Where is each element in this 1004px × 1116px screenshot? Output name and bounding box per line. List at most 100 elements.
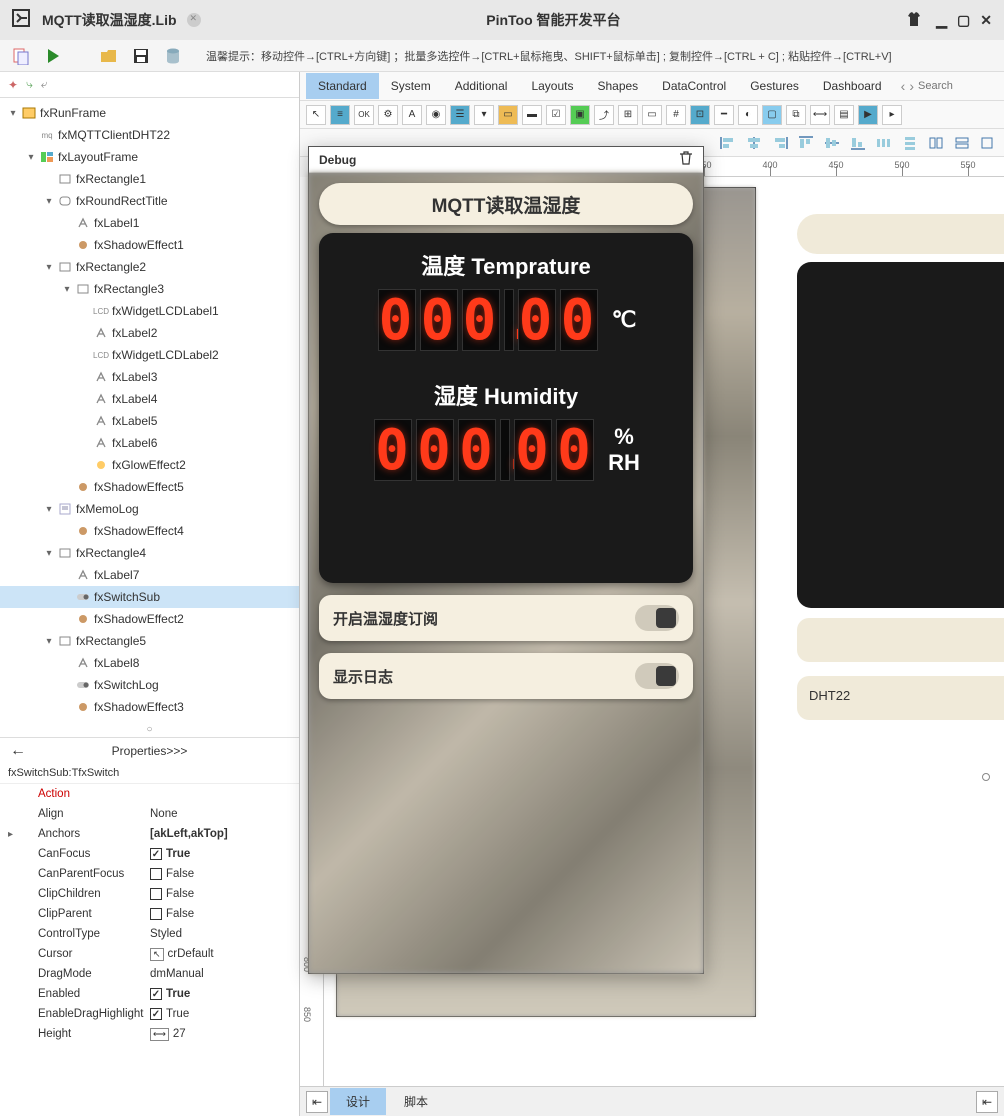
list-comp-icon[interactable]: ☰ [450, 105, 470, 125]
maximize-button[interactable]: ▢ [957, 12, 970, 29]
prop-Align[interactable]: AlignNone [0, 804, 299, 824]
gear-comp-icon[interactable]: ⚙ [378, 105, 398, 125]
collapse-right-icon[interactable]: ⇤ [976, 1091, 998, 1113]
align-left-icon[interactable] [718, 134, 738, 152]
chart-comp-icon[interactable]: ⤴ [594, 105, 614, 125]
tree-node-fxRectangle5[interactable]: ▾fxRectangle5 [0, 630, 299, 652]
tab-comp-icon[interactable]: ▤ [834, 105, 854, 125]
same-width-icon[interactable] [926, 134, 946, 152]
prop-DragMode[interactable]: DragModedmManual [0, 964, 299, 984]
palette-tab-gestures[interactable]: Gestures [738, 73, 811, 99]
align-right-icon[interactable] [770, 134, 790, 152]
tree-node-fxLabel7[interactable]: fxLabel7 [0, 564, 299, 586]
slider-comp-icon[interactable]: ⟷ [810, 105, 830, 125]
palette-tab-additional[interactable]: Additional [443, 73, 520, 99]
tree-node-fxRunFrame[interactable]: ▾fxRunFrame [0, 102, 299, 124]
tree-node-fxShadowEffect4[interactable]: fxShadowEffect4 [0, 520, 299, 542]
prop-Enabled[interactable]: Enabled✓ True [0, 984, 299, 1004]
palette-tab-layouts[interactable]: Layouts [519, 73, 585, 99]
num-comp-icon[interactable]: # [666, 105, 686, 125]
tree-node-fxShadowEffect2[interactable]: fxShadowEffect2 [0, 608, 299, 630]
palette-tab-datacontrol[interactable]: DataControl [650, 73, 738, 99]
palette-search[interactable] [918, 80, 998, 92]
dist-v-icon[interactable] [900, 134, 920, 152]
radio-comp-icon[interactable]: ◉ [426, 105, 446, 125]
tree-node-fxShadowEffect1[interactable]: fxShadowEffect1 [0, 234, 299, 256]
palette-tabs[interactable]: StandardSystemAdditionalLayoutsShapesDat… [300, 72, 1004, 101]
progress-comp-icon[interactable]: ━ [714, 105, 734, 125]
dist-h-icon[interactable] [874, 134, 894, 152]
run-icon[interactable] [44, 47, 62, 65]
palette-tab-dashboard[interactable]: Dashboard [811, 73, 894, 99]
tab-script[interactable]: 脚本 [388, 1088, 444, 1115]
ok-comp-icon[interactable]: OK [354, 105, 374, 125]
prop-Height[interactable]: Height⟷ 27 [0, 1024, 299, 1044]
tree-node-fxLabel3[interactable]: fxLabel3 [0, 366, 299, 388]
tree-node-fxShadowEffect5[interactable]: fxShadowEffect5 [0, 476, 299, 498]
prop-Action[interactable]: Action [0, 784, 299, 804]
align-middle-icon[interactable] [822, 134, 842, 152]
combo-comp-icon[interactable]: ▾ [474, 105, 494, 125]
tree-node-fxLabel4[interactable]: fxLabel4 [0, 388, 299, 410]
db-icon[interactable] [164, 47, 182, 65]
prop-ClipParent[interactable]: ClipParent False [0, 904, 299, 924]
label-comp-icon[interactable]: A [402, 105, 422, 125]
property-grid[interactable]: ActionAlignNone▸Anchors[akLeft,akTop]Can… [0, 784, 299, 1116]
check-comp-icon[interactable]: ☑ [546, 105, 566, 125]
prop-Cursor[interactable]: Cursor↖ crDefault [0, 944, 299, 964]
shirt-icon[interactable] [906, 11, 922, 30]
palette-next-icon[interactable]: › [909, 78, 914, 94]
tree-node-fxLabel8[interactable]: fxLabel8 [0, 652, 299, 674]
tree-node-fxRoundRectTitle[interactable]: ▾fxRoundRectTitle [0, 190, 299, 212]
align-center-h-icon[interactable] [744, 134, 764, 152]
new-icon[interactable] [12, 47, 30, 65]
tab-design[interactable]: 设计 [330, 1088, 386, 1115]
table-comp-icon[interactable]: ⊡ [690, 105, 710, 125]
palette-tab-system[interactable]: System [379, 73, 443, 99]
tree-node-fxWidgetLCDLabel2[interactable]: LCDfxWidgetLCDLabel2 [0, 344, 299, 366]
prop-ControlType[interactable]: ControlTypeStyled [0, 924, 299, 944]
prop-Anchors[interactable]: ▸Anchors[akLeft,akTop] [0, 824, 299, 844]
tree-tool-3[interactable]: ⤶ [41, 77, 48, 92]
more-comp-icon[interactable]: ▸ [882, 105, 902, 125]
tree-node-fxLabel6[interactable]: fxLabel6 [0, 432, 299, 454]
copy-comp-icon[interactable]: ⧉ [786, 105, 806, 125]
open-icon[interactable] [100, 47, 118, 65]
tree-node-fxMemoLog[interactable]: ▾fxMemoLog [0, 498, 299, 520]
align-top-icon[interactable] [796, 134, 816, 152]
switch-subscribe[interactable] [635, 605, 679, 631]
trash-icon[interactable] [679, 151, 693, 168]
same-size-icon[interactable] [978, 134, 998, 152]
prop-CanFocus[interactable]: CanFocus✓ True [0, 844, 299, 864]
memo-comp-icon[interactable]: ▬ [522, 105, 542, 125]
tree-tool-2[interactable]: ⤷ [26, 77, 33, 92]
tree-tool-1[interactable]: ✦ [8, 78, 18, 92]
cursor-tool-icon[interactable]: ↖ [306, 105, 326, 125]
image-comp-icon[interactable]: ▣ [570, 105, 590, 125]
tree-node-fxLayoutFrame[interactable]: ▾fxLayoutFrame [0, 146, 299, 168]
panel-comp-icon[interactable]: ▭ [498, 105, 518, 125]
switch-log[interactable] [635, 663, 679, 689]
tree-node-fxLabel5[interactable]: fxLabel5 [0, 410, 299, 432]
prop-ClipChildren[interactable]: ClipChildren False [0, 884, 299, 904]
tree-node-fxLabel1[interactable]: fxLabel1 [0, 212, 299, 234]
back-arrow-icon[interactable]: ← [10, 742, 26, 760]
tab-close-icon[interactable] [187, 13, 201, 27]
save-icon[interactable] [132, 47, 150, 65]
align-bottom-icon[interactable] [848, 134, 868, 152]
tree-node-fxShadowEffect3[interactable]: fxShadowEffect3 [0, 696, 299, 718]
toggle-comp-icon[interactable]: ◐ [738, 105, 758, 125]
tree-node-fxRectangle1[interactable]: fxRectangle1 [0, 168, 299, 190]
close-button[interactable]: ✕ [980, 12, 992, 29]
grid-comp-icon[interactable]: ⊞ [618, 105, 638, 125]
prop-CanParentFocus[interactable]: CanParentFocus False [0, 864, 299, 884]
palette-prev-icon[interactable]: ‹ [901, 78, 906, 94]
palette-tab-standard[interactable]: Standard [306, 73, 379, 99]
minimize-button[interactable]: ▁ [936, 12, 947, 29]
tree-node-fxWidgetLCDLabel1[interactable]: LCDfxWidgetLCDLabel1 [0, 300, 299, 322]
component-tree[interactable]: ▾fxRunFramemqfxMQTTClientDHT22▾fxLayoutF… [0, 98, 299, 722]
tree-node-fxRectangle2[interactable]: ▾fxRectangle2 [0, 256, 299, 278]
tree-node-fxLabel2[interactable]: fxLabel2 [0, 322, 299, 344]
tree-node-fxRectangle4[interactable]: ▾fxRectangle4 [0, 542, 299, 564]
frame-comp-icon[interactable]: ▢ [762, 105, 782, 125]
